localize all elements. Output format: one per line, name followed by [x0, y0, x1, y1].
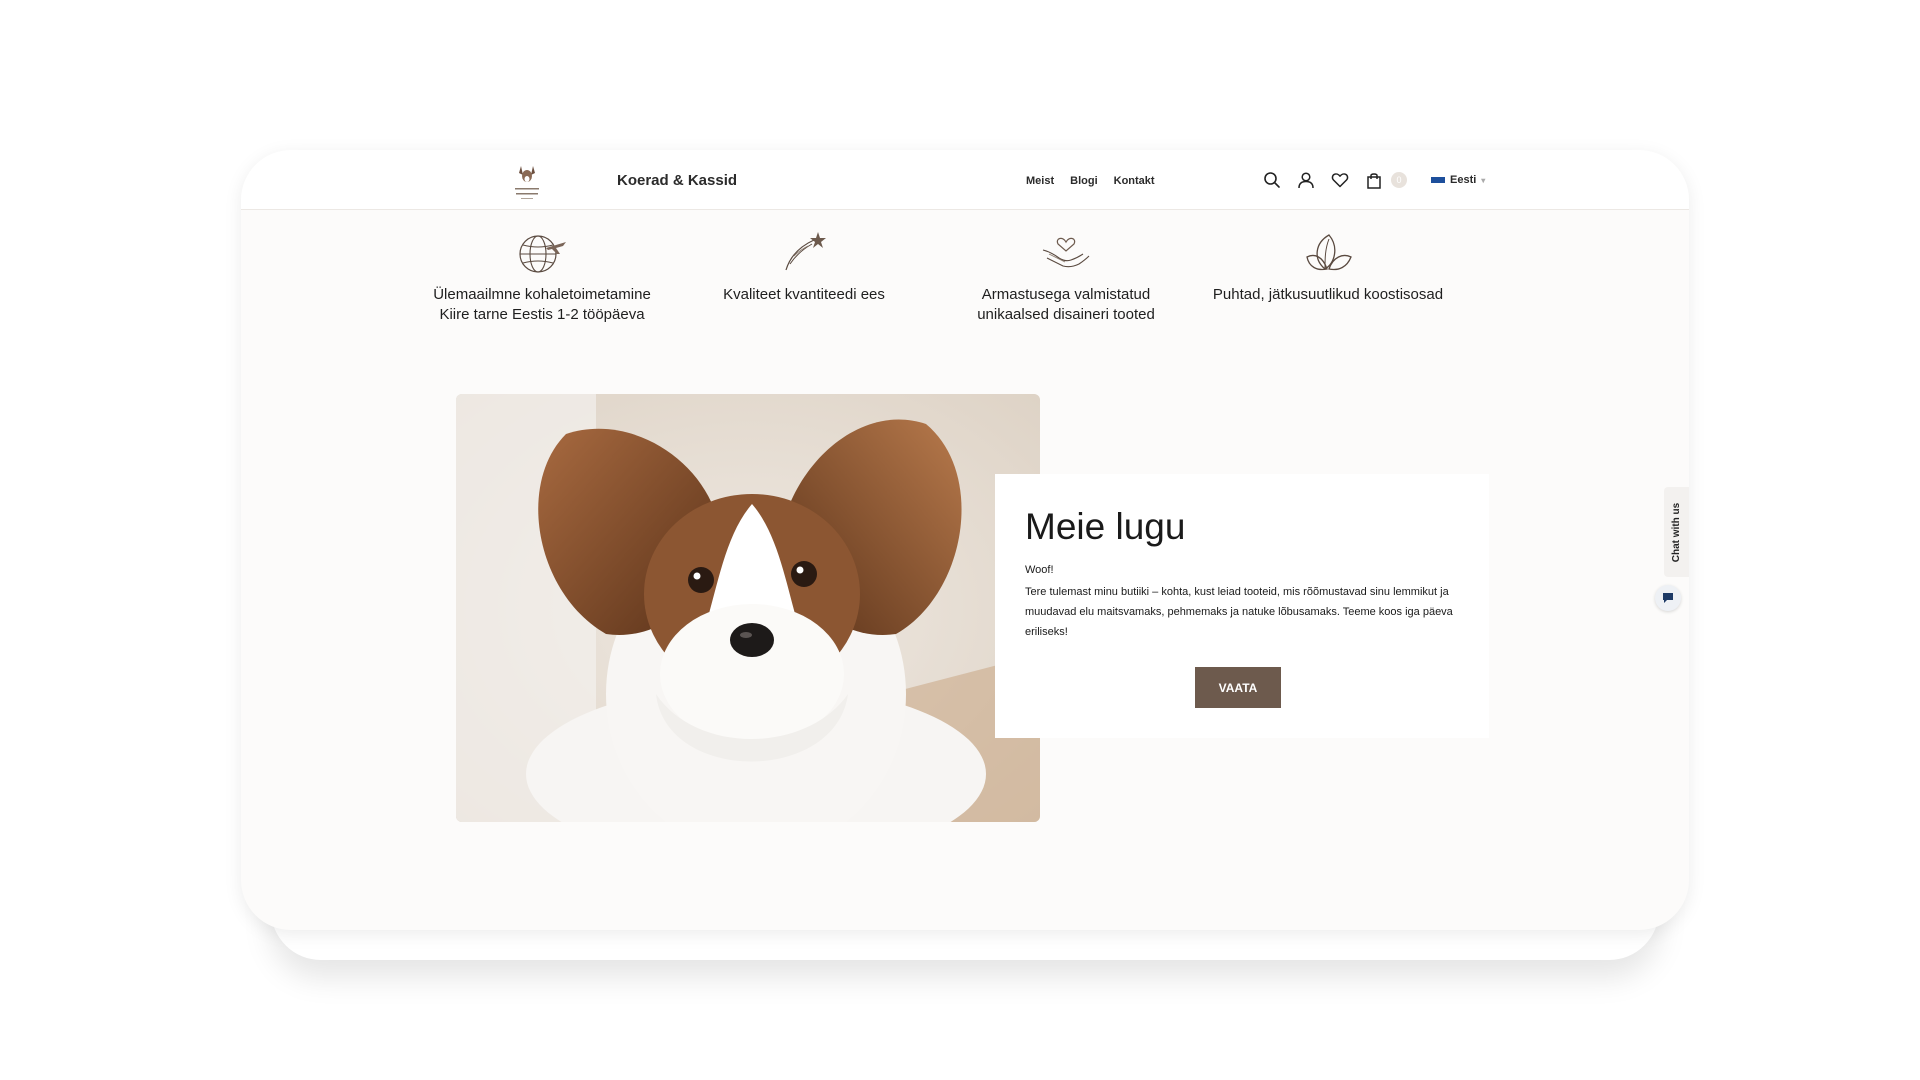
wishlist-icon[interactable] [1329, 169, 1351, 191]
vaata-button[interactable]: VAATA [1195, 667, 1281, 708]
account-icon[interactable] [1295, 169, 1317, 191]
leaf-icon [1197, 225, 1459, 279]
feature-shipping-line2: Kiire tarne Eestis 1-2 tööpäeva [439, 306, 645, 323]
chat-with-us-tab[interactable]: Chat with us [1664, 487, 1689, 577]
estonian-flag-icon [1431, 177, 1445, 183]
nav-item-blogi[interactable]: Blogi [1070, 175, 1098, 187]
feature-handmade: Armastusega valmistatud unikaalsed disai… [935, 225, 1197, 325]
site-header: Koerad & Kassid Meist Blogi Kontakt 0 Ee… [241, 150, 1689, 210]
feature-handmade-line1: Armastusega valmistatud [981, 286, 1151, 303]
header-actions: 0 Eesti ▾ [1261, 169, 1485, 191]
cart-icon[interactable] [1363, 169, 1385, 191]
cart-count-badge: 0 [1391, 172, 1407, 188]
story-title: Meie lugu [1025, 506, 1186, 547]
feature-quality-line1: Kvaliteet kvantiteedi ees [723, 286, 885, 303]
papillon-dog-photo [456, 394, 1040, 822]
language-selector[interactable]: Eesti ▾ [1431, 174, 1485, 186]
globe-plane-icon [411, 225, 673, 279]
nav-item-kontakt[interactable]: Kontakt [1114, 175, 1155, 187]
feature-shipping-line1: Ülemaailmne kohaletoimetamine [433, 286, 651, 303]
feature-quality: Kvaliteet kvantiteedi ees [673, 225, 935, 325]
feature-handmade-line2: unikaalsed disaineri tooted [977, 306, 1155, 323]
chevron-down-icon: ▾ [1481, 175, 1486, 185]
hands-heart-icon [935, 225, 1197, 279]
boutique-logo[interactable] [507, 162, 547, 204]
chat-tab-label: Chat with us [1671, 502, 1683, 562]
story-card: Meie lugu Woof! Tere tulemast minu butii… [995, 474, 1489, 738]
feature-natural: Puhtad, jätkusuutlikud koostisosad [1197, 225, 1459, 325]
story-greeting: Woof! [1025, 564, 1054, 576]
device-screen: Koerad & Kassid Meist Blogi Kontakt 0 Ee… [241, 150, 1689, 930]
feature-shipping: Ülemaailmne kohaletoimetamine Kiire tarn… [411, 225, 673, 325]
chat-icon[interactable] [1655, 585, 1681, 611]
shooting-star-icon [673, 225, 935, 279]
main-nav: Meist Blogi Kontakt [1026, 175, 1155, 187]
feature-natural-line1: Puhtad, jätkusuutlikud koostisosad [1212, 286, 1444, 303]
nav-item-meist[interactable]: Meist [1026, 175, 1054, 187]
story-body: Tere tulemast minu butiiki – kohta, kust… [1025, 586, 1453, 638]
features-strip: Ülemaailmne kohaletoimetamine Kiire tarn… [411, 225, 1459, 325]
language-label: Eesti [1450, 174, 1477, 186]
search-icon[interactable] [1261, 169, 1283, 191]
site-name[interactable]: Koerad & Kassid [617, 172, 737, 189]
